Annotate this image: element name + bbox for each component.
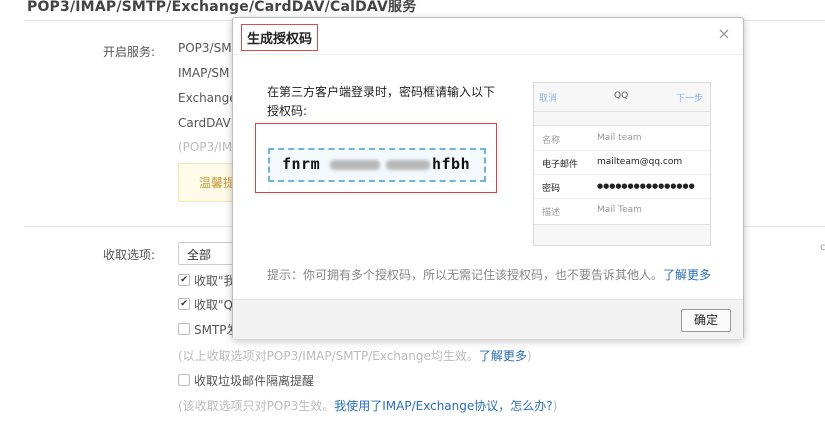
receive-note-link[interactable]: 了解更多 <box>479 349 527 363</box>
mockup-form: 名称 Mail team 电子邮件 mailteam@qq.com 密码 ●●●… <box>534 125 710 225</box>
confirm-button[interactable]: 确定 <box>681 309 731 332</box>
option-checkbox-2[interactable]: ✔ <box>178 298 190 310</box>
mockup-row-description: 描述 Mail Team <box>534 198 710 222</box>
edge-text: c <box>820 242 825 253</box>
auth-code-blurred-2 <box>386 160 430 170</box>
mockup-value: Mail Team <box>597 205 642 215</box>
mockup-label: 电子邮件 <box>542 160 579 170</box>
imap-help-link[interactable]: 我使用了IMAP/Exchange协议，怎么办? <box>334 399 552 413</box>
receive-select-value: 全部 <box>187 248 212 262</box>
option-checkbox-1[interactable]: ✔ <box>178 274 190 286</box>
mockup-label: 名称 <box>542 136 561 146</box>
spam-label: 收取垃圾邮件隔离提醒 <box>194 374 315 388</box>
service-item-carddav: CardDAV <box>178 116 231 130</box>
pop3-note: (该收取选项只对POP3生效。我使用了IMAP/Exchange协议，怎么办?) <box>178 397 557 414</box>
client-mockup-image: 取消 QQ 下一步 名称 Mail team 电子邮件 mailteam@qq.… <box>533 82 711 246</box>
learn-more-link[interactable]: 了解更多 <box>663 268 711 282</box>
mockup-label: 描述 <box>542 208 561 218</box>
dialog-footer: 确定 <box>233 299 743 339</box>
option-label-2: 收取"Q <box>194 298 233 312</box>
service-label: 开启服务: <box>103 45 156 59</box>
pop3-note-text: (该收取选项只对POP3生效。 <box>178 399 335 413</box>
auth-instruction: 在第三方客户端登录时，密码框请输入以下授权码: <box>267 85 496 118</box>
tip-text: 温馨提 <box>199 176 236 190</box>
page-title: POP3/IMAP/SMTP/Exchange/CardDAV/CalDAV服务 <box>27 0 417 15</box>
auth-code-box[interactable]: fnrm hfbh <box>268 148 486 182</box>
auth-code-suffix: hfbh <box>432 155 471 173</box>
hint-text: 提示：你可拥有多个授权码，所以无需记住该授权码，也不要告诉其他人。 <box>267 268 664 282</box>
close-icon[interactable]: × <box>716 26 732 42</box>
receive-note: (以上收取选项对POP3/IMAP/SMTP/Exchange均生效。了解更多) <box>178 347 532 364</box>
auth-code-blurred-1 <box>330 160 380 170</box>
option-label-1: 收取"我 <box>194 274 236 288</box>
mockup-title: QQ <box>614 91 629 101</box>
receive-note-text: (以上收取选项对POP3/IMAP/SMTP/Exchange均生效。 <box>178 349 479 363</box>
auth-code-prefix: fnrm <box>282 155 321 173</box>
mockup-cancel: 取消 <box>539 94 558 104</box>
spam-checkbox[interactable] <box>178 374 190 386</box>
option-checkbox-3[interactable] <box>178 323 190 335</box>
auth-code-highlight: fnrm hfbh <box>255 123 497 193</box>
mockup-value: mailteam@qq.com <box>597 157 683 167</box>
settings-page: POP3/IMAP/SMTP/Exchange/CardDAV/CalDAV服务… <box>0 0 825 437</box>
mockup-row-password: 密码 ●●●●●●●●●●●●●●●● <box>534 174 710 199</box>
service-item-exchange: Exchange <box>178 91 237 105</box>
mockup-next: 下一步 <box>676 94 704 104</box>
receive-label: 收取选项: <box>103 248 156 262</box>
receive-note-end: ) <box>526 349 532 363</box>
mockup-row-name: 名称 Mail team <box>534 126 710 151</box>
service-item-pop3: POP3/SM <box>178 41 232 55</box>
mockup-value: Mail team <box>597 133 642 143</box>
dialog-title: 生成授权码 <box>241 24 319 51</box>
dialog-hint: 提示：你可拥有多个授权码，所以无需记住该授权码，也不要告诉其他人。了解更多 <box>267 266 711 283</box>
mockup-nav-bar: 取消 QQ 下一步 <box>534 83 710 112</box>
auth-code-dialog: 生成授权码 × 在第三方客户端登录时，密码框请输入以下授权码: fnrm hfb… <box>232 17 744 339</box>
service-item-imap: IMAP/SM <box>178 66 230 80</box>
mockup-value: ●●●●●●●●●●●●●●●● <box>597 182 695 190</box>
dialog-header: 生成授权码 × <box>233 18 743 55</box>
service-note: (POP3/IM <box>178 140 233 154</box>
mockup-row-email: 电子邮件 mailteam@qq.com <box>534 150 710 175</box>
pop3-note-end: ) <box>552 399 558 413</box>
mockup-label: 密码 <box>542 184 561 194</box>
